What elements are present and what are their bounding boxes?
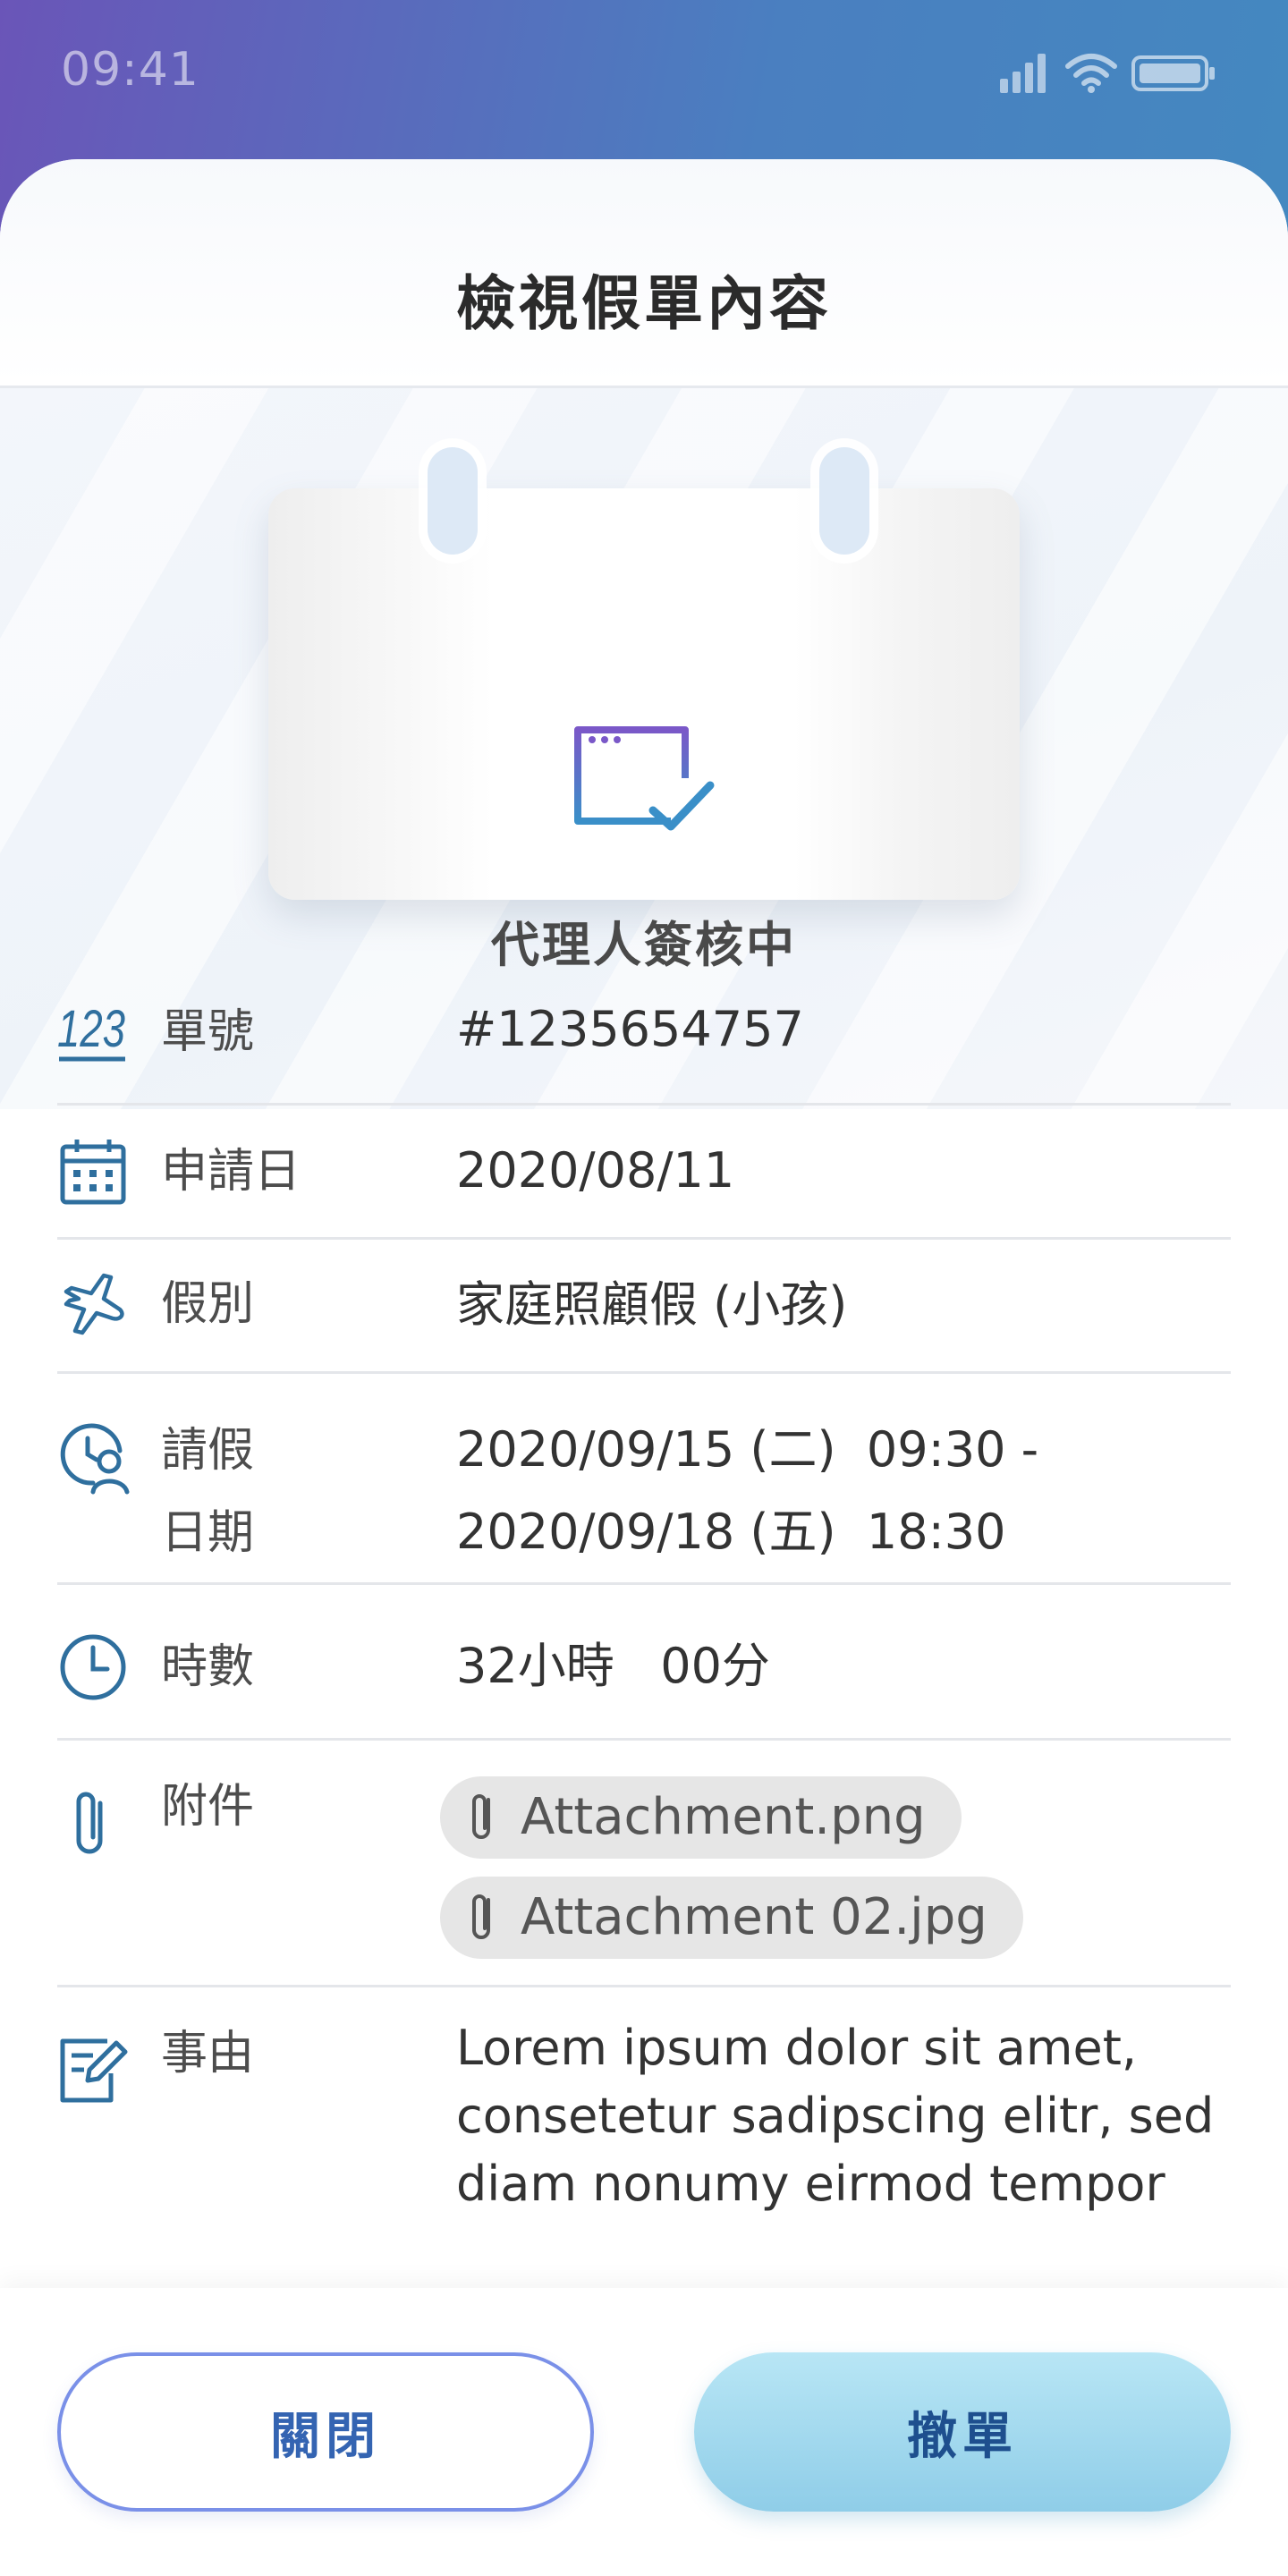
field-label: 單號 — [161, 1005, 255, 1059]
status-icons — [996, 50, 1220, 95]
calendar-ring-right — [819, 447, 869, 555]
attachment-filename: Attachment.png — [521, 1788, 926, 1846]
calendar-icon — [60, 1140, 126, 1205]
field-label: 附件 — [161, 1780, 255, 1834]
field-row-hours: 時數 32小時 00分 — [57, 1585, 1231, 1741]
status-time: 09:41 — [61, 43, 199, 97]
wifi-icon — [1065, 54, 1117, 93]
action-footer: 關閉 撤單 — [0, 2288, 1288, 2576]
paperclip-icon — [76, 1792, 103, 1854]
attachment-filename: Attachment 02.jpg — [521, 1888, 987, 1946]
airplane-icon — [64, 1273, 124, 1335]
field-row-attachments: 附件 Attachment.png Attachment 02.jpg — [57, 1741, 1231, 1987]
hours-value: 32小時 00分 — [456, 1638, 770, 1694]
clock-icon — [60, 1634, 126, 1700]
close-button[interactable]: 關閉 — [57, 2352, 594, 2512]
edit-note-icon — [60, 2038, 128, 2103]
document-check-icon — [574, 726, 715, 831]
field-row-number: 123 單號 #1235654757 — [57, 950, 1231, 1106]
page-title: 檢視假單內容 — [456, 269, 832, 338]
leave-type-value: 家庭照顧假 (小孩) — [456, 1276, 848, 1333]
leave-number-value: #1235654757 — [456, 1001, 804, 1057]
svg-text:123: 123 — [57, 1000, 125, 1058]
paperclip-icon — [472, 1794, 490, 1839]
field-label: 申請日 — [161, 1145, 301, 1199]
clock-user-icon — [60, 1423, 130, 1495]
paperclip-icon — [472, 1894, 490, 1939]
field-row-leave-type: 假別 家庭照顧假 (小孩) — [57, 1240, 1231, 1374]
field-label: 事由 — [161, 2027, 255, 2080]
apply-date-value: 2020/08/11 — [456, 1142, 735, 1199]
withdraw-button[interactable]: 撤單 — [694, 2352, 1231, 2512]
field-label-line1: 請假 — [161, 1424, 255, 1478]
field-label: 假別 — [161, 1277, 255, 1331]
status-bar: 09:41 — [0, 0, 1288, 159]
calendar-ring-left — [428, 447, 478, 555]
field-label: 時數 — [161, 1640, 255, 1694]
field-label-line2: 日期 — [161, 1506, 255, 1560]
sheet-header: 檢視假單內容 — [0, 159, 1288, 388]
leave-end-value: 2020/09/18 (五) 18:30 — [456, 1504, 1006, 1560]
attachment-chip[interactable]: Attachment 02.jpg — [440, 1877, 1023, 1959]
detail-sheet: 檢視假單內容 代理人簽核中 123 單號 #1235654757 申請日 202… — [0, 159, 1288, 2576]
field-row-reason: 事由 Lorem ipsum dolor sit amet, consetetu… — [57, 1987, 1231, 2274]
reason-value: Lorem ipsum dolor sit amet, consetetur s… — [456, 2020, 1215, 2212]
number-123-icon: 123 — [57, 1000, 125, 1062]
battery-icon — [1131, 55, 1215, 91]
field-row-leave-period: 請假 日期 2020/09/15 (二) 09:30 - 2020/09/18 … — [57, 1374, 1231, 1585]
field-row-apply-date: 申請日 2020/08/11 — [57, 1106, 1231, 1240]
leave-start-value: 2020/09/15 (二) 09:30 - — [456, 1421, 1039, 1478]
attachment-chip[interactable]: Attachment.png — [440, 1776, 962, 1859]
signal-icon — [1000, 54, 1046, 93]
